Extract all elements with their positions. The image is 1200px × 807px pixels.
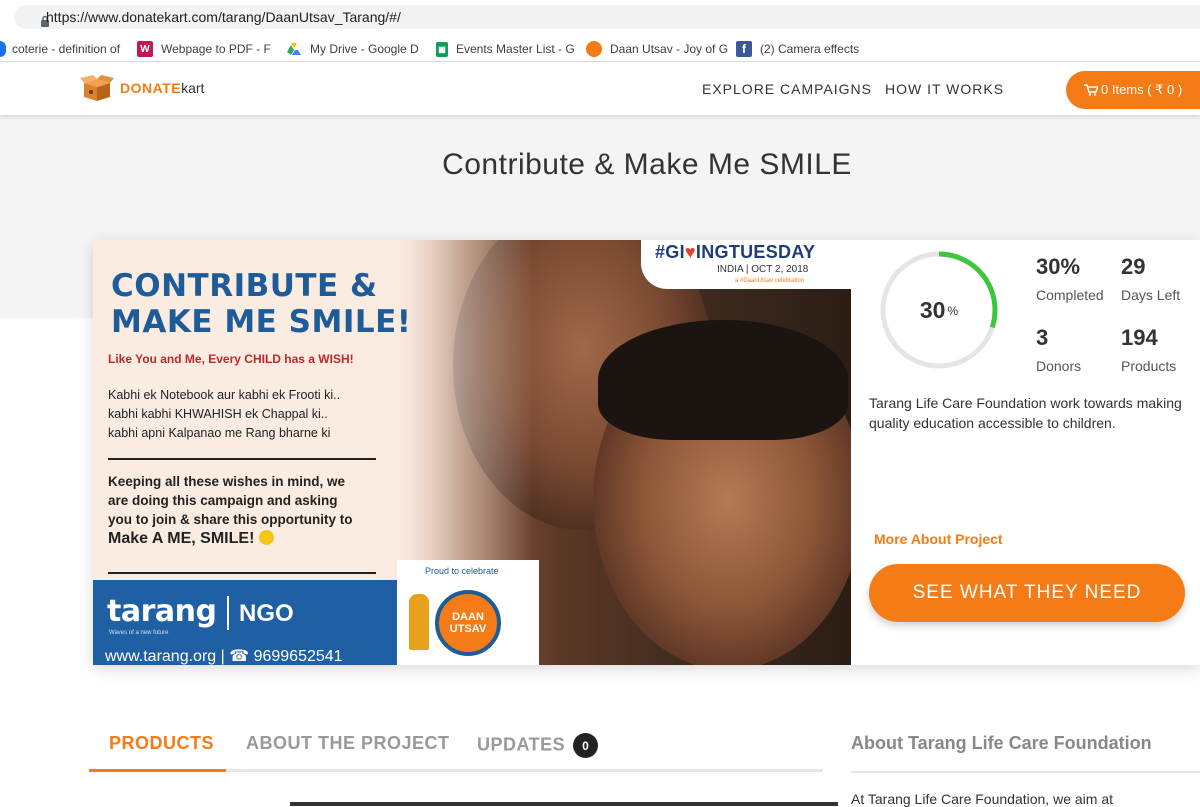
about-foundation-text: At Tarang Life Care Foundation, we aim a…: [851, 791, 1114, 807]
cart-icon: [1084, 84, 1098, 96]
bookmark-coterie[interactable]: coterie - definition of: [0, 40, 120, 58]
tab-products[interactable]: PRODUCTS: [109, 733, 214, 754]
giving-tuesday-title: #GI♥INGTUESDAY: [655, 242, 815, 263]
stat-value: 30%: [1036, 254, 1081, 279]
banner-keep-final: Make A ME, SMILE!: [108, 530, 255, 547]
tab-updates-label: UPDATES: [477, 734, 566, 755]
giving-tuesday-badge: #GI♥INGTUESDAY INDIA | OCT 2, 2018 a #Da…: [641, 240, 851, 289]
bookmark-label: Daan Utsav - Joy of G: [610, 42, 729, 56]
daan-utsav-seal: DAAN UTSAV: [435, 590, 501, 656]
banner-keep-text: Keeping all these wishes in mind, we are…: [108, 472, 353, 548]
stat-donors: 3 Donors: [1036, 325, 1081, 374]
cart-button[interactable]: 0 Items ( ₹ 0 ): [1066, 71, 1200, 109]
campaign-card: CONTRIBUTE & MAKE ME SMILE! Like You and…: [93, 240, 1200, 665]
donatekart-logo[interactable]: DONATE kart: [80, 73, 204, 103]
bookmarks-bar: coterie - definition of W Webpage to PDF…: [0, 34, 1200, 62]
about-foundation-divider: [851, 771, 1200, 773]
daan-utsav-icon: [586, 41, 602, 57]
active-tab-indicator: [89, 769, 226, 772]
banner-wish-line: Like You and Me, Every CHILD has a WISH!: [108, 352, 354, 366]
browser-address-bar: https://www.donatekart.com/tarang/DaanUt…: [0, 0, 1200, 34]
tarang-tagline: Waves of a new future: [109, 630, 169, 636]
stat-days-left: 29 Days Left: [1121, 254, 1180, 303]
figure-icon: [409, 594, 429, 650]
smiley-icon: [258, 530, 274, 545]
footer-separator: [227, 596, 229, 630]
giving-celebration: a #DaanUtsav celebration: [735, 278, 805, 284]
blue-circle-icon: [0, 41, 6, 57]
more-about-project-link[interactable]: More About Project: [874, 531, 1003, 547]
w-logo-icon: W: [137, 41, 153, 57]
stat-value: 3: [1036, 325, 1049, 350]
bookmark-camera-effects[interactable]: f (2) Camera effects: [736, 40, 859, 58]
banner-line: kabhi kabhi KHWAHISH ek Chappal ki..: [108, 407, 328, 421]
banner-line: Kabhi ek Notebook aur kabhi ek Frooti ki…: [108, 388, 341, 402]
stat-value: 29: [1121, 254, 1146, 279]
url-field[interactable]: https://www.donatekart.com/tarang/DaanUt…: [14, 5, 1200, 29]
stat-label: Days Left: [1121, 287, 1181, 303]
progress-ring: 30%: [880, 251, 998, 369]
child-hair: [598, 320, 848, 440]
logo-brand: DONATE: [120, 80, 182, 96]
banner-line: kabhi apni Kalpanao me Rang bharne ki: [108, 426, 331, 440]
nav-how-it-works[interactable]: HOW IT WORKS: [885, 81, 1004, 97]
bookmark-label: coterie - definition of: [12, 42, 121, 56]
bookmark-webpage-to-pdf[interactable]: W Webpage to PDF - F: [137, 40, 271, 58]
cart-label: 0 Items ( ₹ 0 ): [1101, 82, 1183, 97]
bookmark-daan-utsav[interactable]: Daan Utsav - Joy of G: [586, 40, 728, 58]
stat-label: Products: [1121, 358, 1177, 374]
bookmark-label: My Drive - Google D: [310, 42, 419, 56]
banner-divider: [108, 572, 376, 574]
stat-value: 194: [1121, 325, 1158, 350]
logo-suffix: kart: [181, 80, 205, 96]
giving-date: INDIA | OCT 2, 2018: [717, 264, 809, 275]
banner-keep-line: Make A ME, SMILE!: [108, 529, 353, 548]
banner-headline-line: MAKE ME SMILE!: [111, 304, 412, 340]
banner-divider: [108, 458, 376, 460]
google-drive-icon: [287, 43, 301, 55]
url-text: https://www.donatekart.com/tarang/DaanUt…: [46, 9, 401, 25]
bookmark-label: Events Master List - G: [456, 42, 575, 56]
tarang-website: www.tarang.org | ☎ 9699652541: [105, 648, 343, 665]
giving-rest: INGTUESDAY: [695, 242, 816, 262]
progress-unit: %: [947, 304, 959, 318]
progress-percent: 30%: [880, 251, 998, 369]
banner-lines: Kabhi ek Notebook aur kabhi ek Frooti ki…: [108, 386, 340, 443]
campaign-description: Tarang Life Care Foundation work towards…: [869, 395, 1182, 431]
progress-value: 30: [919, 296, 946, 323]
banner-headline: CONTRIBUTE & MAKE ME SMILE!: [111, 268, 411, 340]
page-title: Contribute & Make Me SMILE: [442, 148, 852, 181]
stat-completed: 30% Completed: [1036, 254, 1104, 303]
nav-explore-campaigns[interactable]: EXPLORE CAMPAIGNS: [702, 81, 872, 97]
heart-icon: ♥: [684, 242, 696, 262]
about-foundation-heading: About Tarang Life Care Foundation: [851, 733, 1152, 753]
facebook-icon: f: [736, 41, 752, 57]
proud-text: Proud to celebrate: [425, 566, 499, 576]
bookmark-label: Webpage to PDF - F: [161, 42, 271, 56]
banner-keep-line: are doing this campaign and asking: [108, 493, 338, 508]
see-what-they-need-button[interactable]: SEE WHAT THEY NEED: [869, 564, 1185, 622]
bookmark-label: (2) Camera effects: [760, 42, 860, 56]
bookmark-events-master-list[interactable]: ▦ Events Master List - G: [436, 40, 575, 58]
banner-keep-line: you to join & share this opportunity to: [108, 512, 353, 527]
tarang-logo: tarang: [107, 594, 217, 629]
stat-label: Completed: [1036, 287, 1104, 303]
stat-label: Donors: [1036, 358, 1082, 374]
ngo-label: NGO: [239, 600, 294, 627]
giving-hash: #GI: [655, 242, 685, 262]
banner-headline-line: CONTRIBUTE &: [111, 268, 378, 304]
banner-keep-line: Keeping all these wishes in mind, we: [108, 474, 346, 489]
tab-updates[interactable]: UPDATES 0: [477, 733, 599, 758]
google-sheets-icon: ▦: [436, 41, 448, 57]
tab-about-the-project[interactable]: ABOUT THE PROJECT: [246, 733, 450, 754]
donation-box-icon: [80, 75, 114, 101]
stat-products: 194 Products: [1121, 325, 1176, 374]
products-section-edge: [290, 802, 838, 806]
site-header: DONATE kart EXPLORE CAMPAIGNS HOW IT WORK…: [0, 63, 1200, 115]
bookmark-my-drive[interactable]: My Drive - Google D: [286, 40, 419, 58]
campaign-banner-image: CONTRIBUTE & MAKE ME SMILE! Like You and…: [93, 240, 851, 665]
updates-count-badge: 0: [573, 733, 599, 758]
daan-utsav-badge: Proud to celebrate DAAN UTSAV: [397, 560, 539, 665]
